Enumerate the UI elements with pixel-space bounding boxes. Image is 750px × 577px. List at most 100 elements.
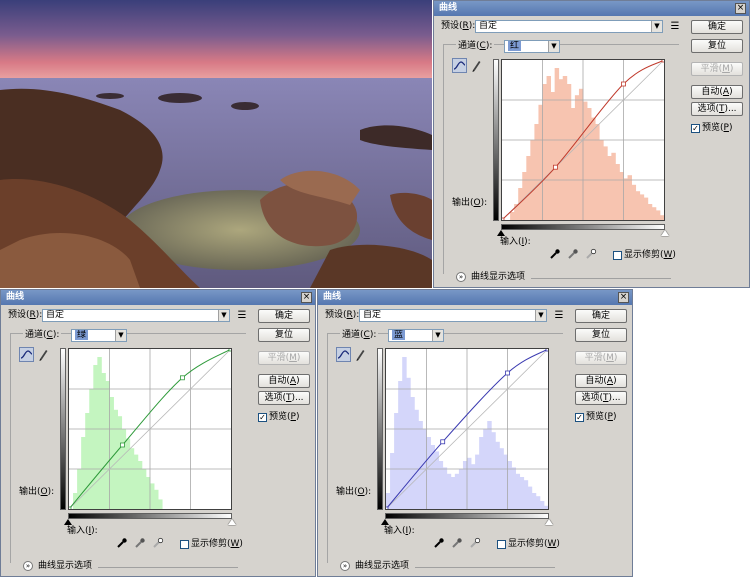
white-eyedropper-icon[interactable] (469, 537, 481, 549)
curve-point-tool-icon[interactable] (452, 58, 467, 73)
curve-graph-canvas[interactable] (383, 346, 551, 512)
preset-options-icon[interactable]: ☰ (553, 311, 565, 321)
black-eyedropper-icon[interactable] (549, 248, 561, 260)
dialog-titlebar[interactable]: 曲线 × (434, 1, 749, 16)
channel-select[interactable]: 红 ▼ (504, 40, 560, 53)
histogram-bar (574, 95, 580, 220)
show-clipping-checkbox[interactable] (613, 251, 622, 260)
chevron-down-icon: ▼ (218, 310, 229, 321)
black-point-slider[interactable] (497, 230, 505, 236)
preset-options-icon[interactable]: ☰ (669, 22, 681, 32)
preset-select[interactable]: 自定 ▼ (42, 309, 230, 322)
curve-graph[interactable] (66, 346, 234, 512)
options-button[interactable]: 选项(T)... (691, 102, 743, 116)
options-button[interactable]: 选项(T)... (258, 391, 310, 405)
ok-button[interactable]: 确定 (258, 309, 310, 323)
show-clipping-checkbox[interactable] (497, 540, 506, 549)
histogram-bar (519, 477, 525, 509)
histogram-bar (89, 389, 94, 509)
channel-select[interactable]: 蓝 ▼ (388, 329, 444, 342)
preset-options-icon[interactable]: ☰ (236, 311, 248, 321)
auto-button[interactable]: 自动(A) (258, 374, 310, 388)
white-point-slider[interactable] (228, 519, 236, 525)
close-icon[interactable]: × (301, 292, 312, 303)
pencil-icon[interactable] (354, 347, 366, 362)
black-point-slider[interactable] (64, 519, 72, 525)
curve-graph[interactable] (499, 57, 667, 223)
histogram-bar (141, 469, 147, 509)
show-clipping-checkbox[interactable] (180, 540, 189, 549)
curve-control-point (66, 506, 72, 512)
white-eyedropper-icon[interactable] (585, 248, 597, 260)
gray-eyedropper-icon[interactable] (134, 537, 146, 549)
gray-eyedropper-icon[interactable] (451, 537, 463, 549)
curve-control-point (383, 506, 389, 512)
curve-control-point (621, 81, 626, 87)
histogram-bar (570, 108, 576, 220)
histogram-bar (454, 473, 460, 509)
expand-chevron-icon[interactable]: » (456, 272, 466, 282)
histogram-bar (150, 483, 155, 509)
histogram-bar (117, 416, 123, 509)
close-icon[interactable]: × (618, 292, 629, 303)
output-label: 输出(O): (452, 198, 488, 208)
preview-checkbox[interactable]: ✓ (575, 413, 584, 422)
histogram-bar (655, 210, 661, 220)
curve-graph-canvas[interactable] (499, 57, 667, 223)
histogram-bar (526, 156, 531, 220)
reset-button[interactable]: 复位 (691, 39, 743, 53)
preset-select[interactable]: 自定 ▼ (475, 20, 663, 33)
close-icon[interactable]: × (735, 3, 746, 14)
ok-button[interactable]: 确定 (575, 309, 627, 323)
histogram-bar (446, 473, 452, 509)
curve-point-tool-icon[interactable] (19, 347, 34, 362)
white-eyedropper-icon[interactable] (152, 537, 164, 549)
black-eyedropper-icon[interactable] (433, 537, 445, 549)
histogram-bar (627, 175, 632, 220)
smooth-button[interactable]: 平滑(M) (691, 62, 743, 76)
preview-checkbox[interactable]: ✓ (691, 124, 700, 133)
sunset-rocks-photo (0, 0, 432, 288)
curve-graph-canvas[interactable] (66, 346, 234, 512)
preview-checkbox[interactable]: ✓ (258, 413, 267, 422)
channel-select[interactable]: 绿 ▼ (71, 329, 127, 342)
expand-chevron-icon[interactable]: » (23, 561, 33, 571)
options-button[interactable]: 选项(T)... (575, 391, 627, 405)
reset-button[interactable]: 复位 (575, 328, 627, 342)
channel-value: 红 (508, 41, 522, 51)
gray-eyedropper-icon[interactable] (567, 248, 579, 260)
curve-display-options-label[interactable]: 曲线显示选项 (38, 561, 92, 572)
preset-value: 自定 (363, 310, 382, 320)
channel-value: 绿 (75, 330, 89, 340)
expand-chevron-icon[interactable]: » (340, 561, 350, 571)
histogram-bar (515, 473, 521, 509)
preset-select[interactable]: 自定 ▼ (359, 309, 547, 322)
reset-button[interactable]: 复位 (258, 328, 310, 342)
curve-display-options-label[interactable]: 曲线显示选项 (471, 272, 525, 283)
auto-button[interactable]: 自动(A) (575, 374, 627, 388)
curve-graph[interactable] (383, 346, 551, 512)
black-eyedropper-icon[interactable] (116, 537, 128, 549)
smooth-button[interactable]: 平滑(M) (258, 351, 310, 365)
curve-control-point (545, 346, 551, 352)
smooth-button[interactable]: 平滑(M) (575, 351, 627, 365)
pencil-icon[interactable] (470, 58, 482, 73)
dialog-titlebar[interactable]: 曲线 × (318, 290, 632, 305)
black-point-slider[interactable] (381, 519, 389, 525)
auto-button[interactable]: 自动(A) (691, 85, 743, 99)
curve-display-options-label[interactable]: 曲线显示选项 (355, 561, 409, 572)
histogram-bar (635, 191, 641, 220)
histogram-bar (113, 409, 118, 509)
preview-label: 预览(P) (586, 412, 617, 422)
white-point-slider[interactable] (545, 519, 553, 525)
curves-dialog-red: 曲线 × 预设(R): 自定 ▼ ☰ 通道(C): 红 ▼ 输出(O): 输入(… (433, 0, 750, 288)
pencil-icon[interactable] (37, 347, 49, 362)
curve-point-tool-icon[interactable] (336, 347, 351, 362)
dialog-titlebar[interactable]: 曲线 × (1, 290, 315, 305)
histogram-bar (631, 184, 637, 220)
chevron-down-icon: ▼ (432, 330, 443, 341)
output-gradient-bar (493, 59, 499, 221)
ok-button[interactable]: 确定 (691, 20, 743, 34)
white-point-slider[interactable] (661, 230, 669, 236)
histogram-bar (510, 212, 515, 220)
